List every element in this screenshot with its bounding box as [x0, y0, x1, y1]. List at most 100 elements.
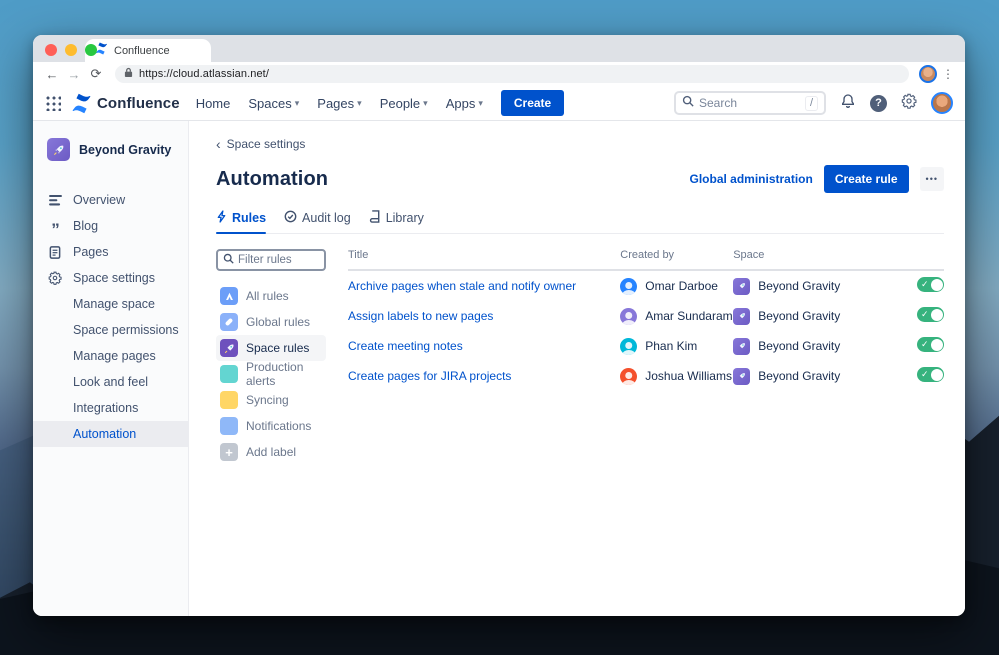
search-icon: [682, 94, 694, 112]
sidebar-nav: Overview ” Blog Pages Space settings: [33, 187, 188, 447]
browser-menu-icon[interactable]: ⋮: [941, 67, 955, 81]
filter-rules-input[interactable]: [238, 254, 312, 266]
table-row: Create pages for JIRA projects Joshua Wi…: [348, 361, 944, 391]
table-row: Create meeting notes Phan Kim Beyond Gra…: [348, 331, 944, 361]
app-navigation: Confluence Home Spaces▾ Pages▾ People▾ A…: [33, 86, 965, 121]
overview-icon: [47, 195, 63, 206]
search-shortcut-hint: /: [805, 96, 818, 111]
rule-link[interactable]: Create meeting notes: [348, 339, 463, 353]
create-rule-button[interactable]: Create rule: [824, 165, 909, 193]
rule-enabled-toggle[interactable]: ✓: [917, 307, 944, 322]
rocket-icon: [733, 338, 750, 355]
close-window-button[interactable]: [45, 44, 57, 56]
browser-profile-avatar[interactable]: [919, 65, 937, 83]
space-cell: Beyond Gravity: [733, 368, 917, 385]
search-icon: [223, 251, 234, 269]
space-sidebar: Beyond Gravity Overview ” Blog: [33, 121, 189, 616]
browser-tabstrip: Confluence: [33, 35, 965, 62]
sidebar-item-space-permissions[interactable]: Space permissions: [33, 317, 188, 343]
sidebar-item-integrations[interactable]: Integrations: [33, 395, 188, 421]
sidebar-item-manage-space[interactable]: Manage space: [33, 291, 188, 317]
column-header-created-by: Created by: [620, 249, 733, 270]
created-by-cell: Amar Sundaram: [620, 308, 733, 325]
category-syncing[interactable]: Syncing: [216, 387, 326, 413]
category-space-rules[interactable]: Space rules: [216, 335, 326, 361]
rule-link[interactable]: Assign labels to new pages: [348, 309, 493, 323]
window-controls: [45, 44, 97, 56]
app-switcher-icon[interactable]: [45, 95, 61, 111]
nav-item-pages[interactable]: Pages▾: [317, 96, 361, 111]
automation-tabs: Rules Audit log Library: [216, 210, 944, 234]
label-swatch: [220, 391, 238, 409]
rocket-icon: [220, 339, 238, 357]
avatar: [620, 278, 637, 295]
atlassian-mark-icon: [220, 287, 238, 305]
forward-button[interactable]: →: [65, 67, 83, 82]
global-administration-link[interactable]: Global administration: [689, 172, 812, 186]
minimize-window-button[interactable]: [65, 44, 77, 56]
tab-library[interactable]: Library: [369, 210, 424, 233]
back-button[interactable]: ←: [43, 67, 61, 82]
chevron-down-icon: ▾: [295, 98, 300, 109]
tab-title: Confluence: [114, 45, 170, 57]
brand-name: Confluence: [97, 95, 180, 112]
table-row: Archive pages when stale and notify owne…: [348, 270, 944, 301]
browser-tab-confluence[interactable]: Confluence: [85, 39, 211, 62]
address-bar[interactable]: https://cloud.atlassian.net/: [115, 65, 909, 83]
confluence-logo[interactable]: Confluence: [71, 93, 180, 114]
url-text: https://cloud.atlassian.net/: [139, 68, 269, 80]
category-notifications[interactable]: Notifications: [216, 413, 326, 439]
sidebar-item-space-settings[interactable]: Space settings: [33, 265, 188, 291]
sidebar-item-overview[interactable]: Overview: [33, 187, 188, 213]
rule-link[interactable]: Archive pages when stale and notify owne…: [348, 279, 576, 293]
rule-enabled-toggle[interactable]: ✓: [917, 367, 944, 382]
rules-bolt-icon: [216, 210, 227, 226]
sidebar-item-look-and-feel[interactable]: Look and feel: [33, 369, 188, 395]
browser-toolbar: ← → ⟳ https://cloud.atlassian.net/ ⋮: [33, 62, 965, 86]
filter-column: All rules Global rules Space rules: [216, 249, 326, 465]
column-header-space: Space: [733, 249, 917, 270]
nav-item-apps[interactable]: Apps▾: [446, 96, 483, 111]
nav-menu: Home Spaces▾ Pages▾ People▾ Apps▾: [196, 96, 483, 111]
rule-enabled-toggle[interactable]: ✓: [917, 277, 944, 292]
label-swatch: [220, 365, 238, 383]
space-header[interactable]: Beyond Gravity: [33, 138, 188, 161]
user-avatar[interactable]: [931, 92, 953, 114]
settings-gear-icon[interactable]: [901, 93, 917, 114]
rule-enabled-toggle[interactable]: ✓: [917, 337, 944, 352]
rocket-icon: [733, 278, 750, 295]
chevron-down-icon: ▾: [423, 98, 428, 109]
category-all-rules[interactable]: All rules: [216, 283, 326, 309]
category-global-rules[interactable]: Global rules: [216, 309, 326, 335]
created-by-cell: Omar Darboe: [620, 278, 733, 295]
blog-quote-icon: ”: [47, 226, 63, 234]
sidebar-item-manage-pages[interactable]: Manage pages: [33, 343, 188, 369]
filter-rules-box[interactable]: [216, 249, 326, 271]
category-production-alerts[interactable]: Production alerts: [216, 361, 326, 387]
avatar: [620, 338, 637, 355]
sidebar-item-blog[interactable]: ” Blog: [33, 213, 188, 239]
chevron-down-icon: ▾: [478, 98, 483, 109]
help-icon[interactable]: ?: [870, 95, 887, 112]
rule-link[interactable]: Create pages for JIRA projects: [348, 369, 511, 383]
category-add-label[interactable]: + Add label: [216, 439, 326, 465]
tab-rules[interactable]: Rules: [216, 210, 266, 233]
nav-item-spaces[interactable]: Spaces▾: [248, 96, 299, 111]
space-name: Beyond Gravity: [79, 143, 171, 157]
page-title: Automation: [216, 168, 328, 191]
zoom-window-button[interactable]: [85, 44, 97, 56]
create-button[interactable]: Create: [501, 90, 564, 116]
breadcrumb[interactable]: ‹ Space settings: [216, 137, 944, 151]
nav-item-people[interactable]: People▾: [380, 96, 428, 111]
browser-window: Confluence ← → ⟳ https://cloud.atlassian…: [33, 35, 965, 616]
notifications-bell-icon[interactable]: [840, 93, 856, 114]
refresh-button[interactable]: ⟳: [87, 66, 105, 82]
sidebar-item-pages[interactable]: Pages: [33, 239, 188, 265]
more-options-button[interactable]: •••: [920, 167, 944, 191]
search-input[interactable]: [699, 96, 800, 110]
chevron-down-icon: ▾: [357, 98, 362, 109]
global-search[interactable]: /: [674, 91, 826, 115]
sidebar-item-automation[interactable]: Automation: [33, 421, 188, 447]
tab-audit-log[interactable]: Audit log: [284, 210, 351, 233]
nav-item-home[interactable]: Home: [196, 96, 231, 111]
